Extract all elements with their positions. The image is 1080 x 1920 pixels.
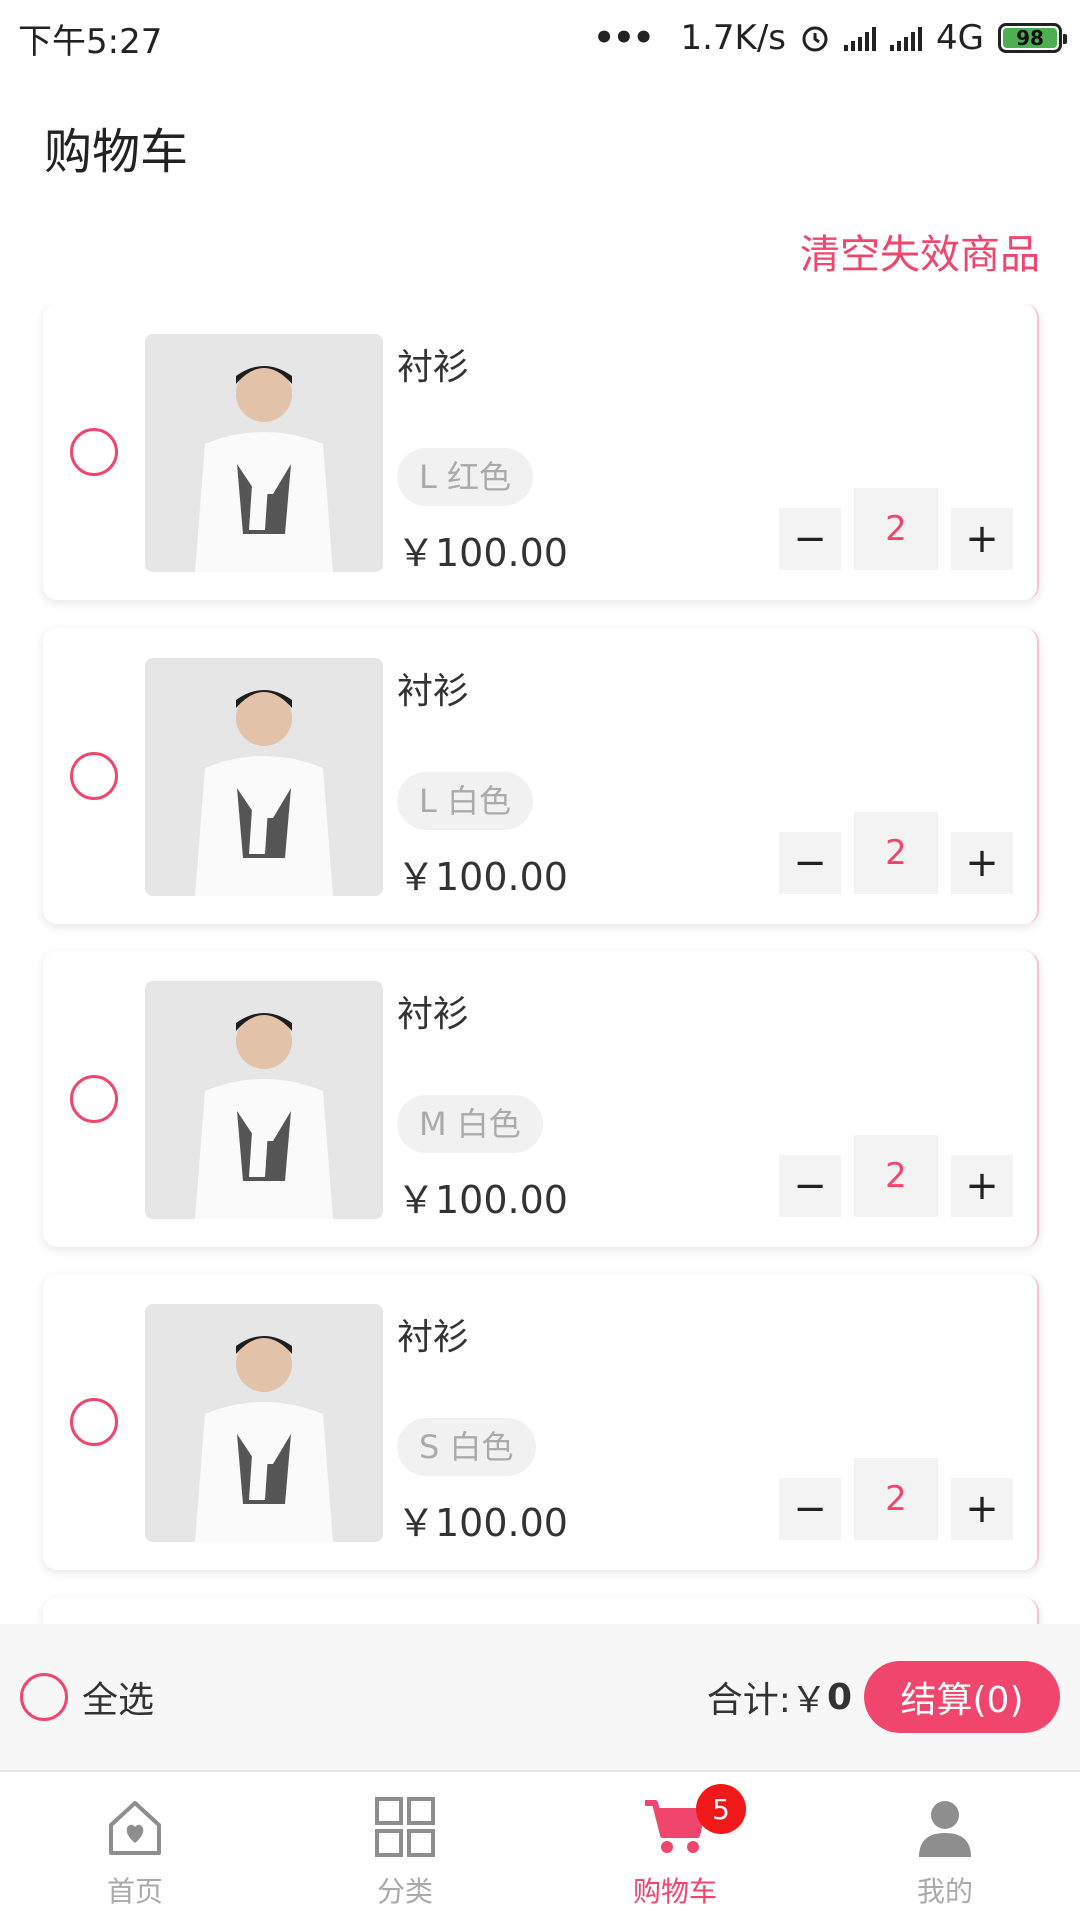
bottom-tab-bar: 首页 分类 5 购物车 我的: [0, 1770, 1080, 1920]
quantity-value[interactable]: 2: [854, 1458, 938, 1540]
cart-list[interactable]: 衬衫 L 红色 ￥100.00 − 2 + 衬衫 L 白色 ￥100.00 − …: [0, 304, 1080, 1624]
item-select-radio[interactable]: [70, 752, 118, 800]
increase-quantity-button[interactable]: +: [951, 832, 1013, 894]
status-icons: ••• 1.7K/s 4G 98: [593, 18, 1067, 58]
product-spec: M 白色: [397, 1095, 543, 1153]
product-spec: L 红色: [397, 448, 534, 506]
clear-invalid-button[interactable]: 清空失效商品: [800, 222, 1040, 280]
tab-home-label: 首页: [106, 1875, 163, 1908]
product-image[interactable]: [145, 334, 383, 572]
tab-profile-label: 我的: [916, 1875, 973, 1908]
tab-category-label: 分类: [376, 1875, 433, 1908]
home-heart-icon: [100, 1792, 170, 1862]
increase-quantity-button[interactable]: +: [951, 1155, 1013, 1217]
cart-item: 衬衫 S 白色 ￥100.00 − 2 +: [43, 1274, 1039, 1570]
tab-cart[interactable]: 5 购物车: [540, 1772, 810, 1920]
checkout-button[interactable]: 结算(0): [864, 1661, 1060, 1733]
product-name: 衬衫: [397, 994, 470, 1035]
signal-icon: [844, 25, 877, 51]
product-name: 衬衫: [397, 1317, 470, 1358]
total-value: 0: [826, 1676, 852, 1718]
tab-home[interactable]: 首页: [0, 1772, 270, 1920]
quantity-value[interactable]: 2: [854, 812, 938, 894]
quantity-value[interactable]: 2: [854, 488, 938, 570]
signal-icon-2: [890, 25, 923, 51]
tab-profile[interactable]: 我的: [810, 1772, 1080, 1920]
decrease-quantity-button[interactable]: −: [779, 508, 841, 570]
user-icon: [910, 1792, 980, 1862]
item-select-radio[interactable]: [70, 1075, 118, 1123]
alarm-icon: [802, 26, 828, 52]
more-dots-icon: •••: [593, 18, 654, 58]
tab-cart-label: 购物车: [632, 1875, 717, 1908]
select-all-label[interactable]: 全选: [82, 1671, 707, 1723]
cart-item-partial: [43, 1598, 1039, 1624]
product-image[interactable]: [145, 1304, 383, 1542]
product-price: ￥100.00: [397, 531, 568, 575]
item-select-radio[interactable]: [70, 1398, 118, 1446]
quantity-value[interactable]: 2: [854, 1135, 938, 1217]
product-name: 衬衫: [397, 671, 470, 712]
product-price: ￥100.00: [397, 1178, 568, 1222]
product-price: ￥100.00: [397, 1501, 568, 1545]
cart-item: 衬衫 M 白色 ￥100.00 − 2 +: [43, 951, 1039, 1247]
increase-quantity-button[interactable]: +: [951, 1478, 1013, 1540]
status-bar: 下午5:27 ••• 1.7K/s 4G 98: [0, 0, 1080, 76]
product-spec: S 白色: [397, 1418, 536, 1476]
page-title: 购物车: [44, 124, 189, 180]
network-type: 4G: [936, 18, 984, 58]
product-spec: L 白色: [397, 772, 534, 830]
network-speed: 1.7K/s: [680, 18, 787, 58]
item-select-radio[interactable]: [70, 428, 118, 476]
decrease-quantity-button[interactable]: −: [779, 1478, 841, 1540]
cart-item: 衬衫 L 红色 ￥100.00 − 2 +: [43, 304, 1039, 600]
product-name: 衬衫: [397, 347, 470, 388]
select-all-radio[interactable]: [20, 1673, 68, 1721]
category-grid-icon: [370, 1792, 440, 1862]
product-image[interactable]: [145, 981, 383, 1219]
status-time: 下午5:27: [18, 21, 163, 62]
checkout-bar: 全选 合计:￥ 0 结算(0): [0, 1624, 1080, 1770]
decrease-quantity-button[interactable]: −: [779, 832, 841, 894]
cart-count-badge: 5: [696, 1784, 746, 1834]
product-image[interactable]: [145, 658, 383, 896]
battery-icon: 98: [998, 23, 1067, 53]
battery-level: 98: [1003, 26, 1057, 50]
increase-quantity-button[interactable]: +: [951, 508, 1013, 570]
cart-item: 衬衫 L 白色 ￥100.00 − 2 +: [43, 628, 1039, 924]
tab-category[interactable]: 分类: [270, 1772, 540, 1920]
decrease-quantity-button[interactable]: −: [779, 1155, 841, 1217]
product-price: ￥100.00: [397, 855, 568, 899]
total-label: 合计:￥: [706, 1680, 827, 1721]
